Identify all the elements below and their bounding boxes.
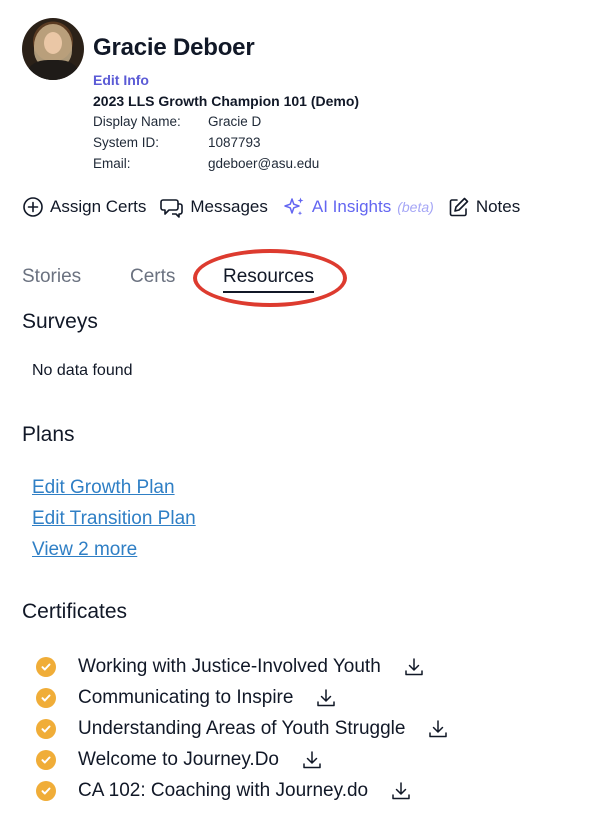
- check-badge-icon: [36, 781, 56, 801]
- program-name: 2023 LLS Growth Champion 101 (Demo): [93, 93, 360, 109]
- assign-certs-label: Assign Certs: [50, 197, 147, 216]
- edit-growth-plan-link[interactable]: Edit Growth Plan: [32, 477, 175, 499]
- field-label: Email:: [93, 156, 131, 171]
- check-badge-icon: [36, 719, 56, 739]
- field-value: 1087793: [208, 135, 261, 150]
- certificate-item: Understanding Areas of Youth Struggle: [36, 717, 449, 741]
- annotation-circle: [193, 249, 347, 307]
- certificate-title: Welcome to Journey.Do: [78, 749, 279, 770]
- check-badge-icon: [36, 688, 56, 708]
- notes-button[interactable]: Notes: [448, 196, 520, 218]
- field-label: System ID:: [93, 135, 160, 150]
- chat-bubbles-icon: [160, 199, 184, 218]
- certificate-title: Working with Justice-Involved Youth: [78, 656, 381, 677]
- surveys-empty-message: No data found: [32, 362, 133, 379]
- tab-stories[interactable]: Stories: [22, 266, 81, 288]
- ai-insights-label: AI Insights: [311, 197, 392, 216]
- certificate-title: Understanding Areas of Youth Struggle: [78, 718, 406, 739]
- ai-insights-button[interactable]: AI Insights (beta): [282, 195, 434, 219]
- download-icon[interactable]: [315, 687, 337, 709]
- download-icon[interactable]: [427, 718, 449, 740]
- certificate-title: Communicating to Inspire: [78, 687, 294, 708]
- plans-heading: Plans: [22, 423, 75, 446]
- sparkles-icon: [284, 197, 304, 216]
- edit-transition-plan-link[interactable]: Edit Transition Plan: [32, 508, 196, 530]
- certificate-item: Communicating to Inspire: [36, 686, 337, 710]
- certificate-item: Working with Justice-Involved Youth: [36, 655, 425, 679]
- messages-label: Messages: [190, 197, 268, 216]
- field-value: Gracie D: [208, 114, 262, 129]
- certificate-item: CA 102: Coaching with Journey.do: [36, 779, 412, 803]
- tab-certs[interactable]: Certs: [130, 266, 175, 288]
- email-row: Email: gdeboer@asu.edu: [93, 156, 319, 171]
- surveys-heading: Surveys: [22, 310, 98, 333]
- plus-circle-icon: [23, 197, 43, 217]
- view-more-plans-link[interactable]: View 2 more: [32, 539, 137, 561]
- notes-label: Notes: [475, 197, 521, 216]
- pencil-square-icon: [449, 197, 469, 217]
- edit-info-link[interactable]: Edit Info: [93, 72, 149, 88]
- certificate-title: CA 102: Coaching with Journey.do: [78, 780, 369, 801]
- system-id-row: System ID: 1087793: [93, 135, 261, 150]
- field-value: gdeboer@asu.edu: [208, 156, 320, 171]
- check-badge-icon: [36, 657, 56, 677]
- check-badge-icon: [36, 750, 56, 770]
- beta-badge: (beta): [397, 199, 434, 215]
- display-name-row: Display Name: Gracie D: [93, 114, 261, 129]
- certificate-item: Welcome to Journey.Do: [36, 748, 323, 772]
- avatar: [22, 18, 84, 80]
- messages-button[interactable]: Messages: [160, 196, 268, 218]
- certificates-heading: Certificates: [22, 600, 128, 623]
- profile-name: Gracie Deboer: [93, 34, 255, 61]
- action-bar: Assign Certs Messages AI Insights (beta)…: [22, 193, 534, 221]
- assign-certs-button[interactable]: Assign Certs: [22, 196, 146, 218]
- download-icon[interactable]: [390, 780, 412, 802]
- download-icon[interactable]: [301, 749, 323, 771]
- download-icon[interactable]: [403, 656, 425, 678]
- field-label: Display Name:: [93, 114, 181, 129]
